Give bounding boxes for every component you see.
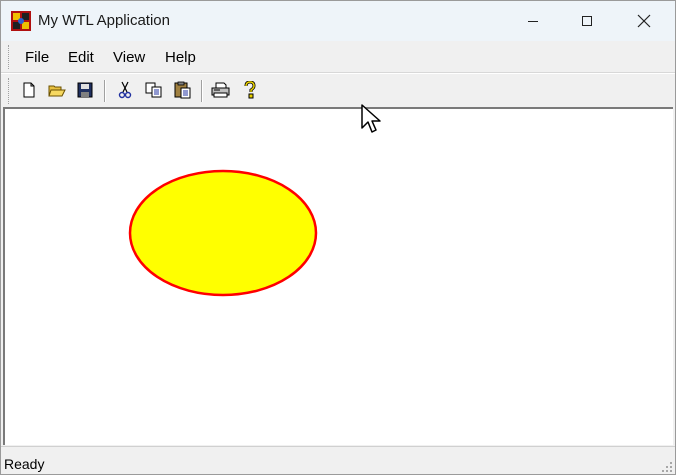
menu-file[interactable]: File <box>25 49 49 66</box>
print-button[interactable] <box>211 80 231 100</box>
copy-icon <box>145 82 162 98</box>
menu-view[interactable]: View <box>113 49 145 66</box>
open-icon <box>48 85 66 97</box>
window-title: My WTL Application <box>38 12 170 29</box>
toolbar <box>1 73 675 107</box>
status-bar: Ready <box>1 446 675 474</box>
toolbar-separator <box>104 80 106 102</box>
new-button[interactable] <box>19 80 39 100</box>
copy-button[interactable] <box>144 80 164 100</box>
paste-button[interactable] <box>173 80 193 100</box>
minimize-icon <box>528 21 538 22</box>
close-icon <box>637 14 651 28</box>
toolbar-grip[interactable] <box>8 78 11 104</box>
paste-icon <box>174 81 191 99</box>
maximize-icon <box>582 16 592 26</box>
app-icon <box>11 11 31 31</box>
menu-bar: File Edit View Help <box>1 41 675 73</box>
new-icon <box>23 82 35 98</box>
title-bar[interactable]: My WTL Application <box>1 1 675 41</box>
menu-edit[interactable]: Edit <box>68 49 94 66</box>
toolbar-separator <box>201 80 203 102</box>
yellow-ellipse[interactable] <box>128 169 318 297</box>
app-window: My WTL Application File Edit View Help R… <box>0 0 676 475</box>
mouse-cursor-icon <box>361 104 381 133</box>
help-button[interactable] <box>240 80 260 100</box>
maximize-button[interactable] <box>564 1 610 41</box>
open-button[interactable] <box>47 80 67 100</box>
print-icon <box>211 82 230 98</box>
cut-icon <box>118 81 132 99</box>
menubar-grip[interactable] <box>8 45 11 69</box>
help-icon <box>244 81 256 99</box>
menu-help[interactable]: Help <box>165 49 196 66</box>
status-text: Ready <box>4 456 45 472</box>
save-icon <box>77 82 93 98</box>
minimize-button[interactable] <box>510 1 556 41</box>
cut-button[interactable] <box>115 80 135 100</box>
save-button[interactable] <box>75 80 95 100</box>
drawing-canvas[interactable] <box>3 107 673 445</box>
close-button[interactable] <box>621 1 667 41</box>
resize-grip-icon[interactable] <box>661 461 673 473</box>
canvas-svg <box>128 169 318 297</box>
